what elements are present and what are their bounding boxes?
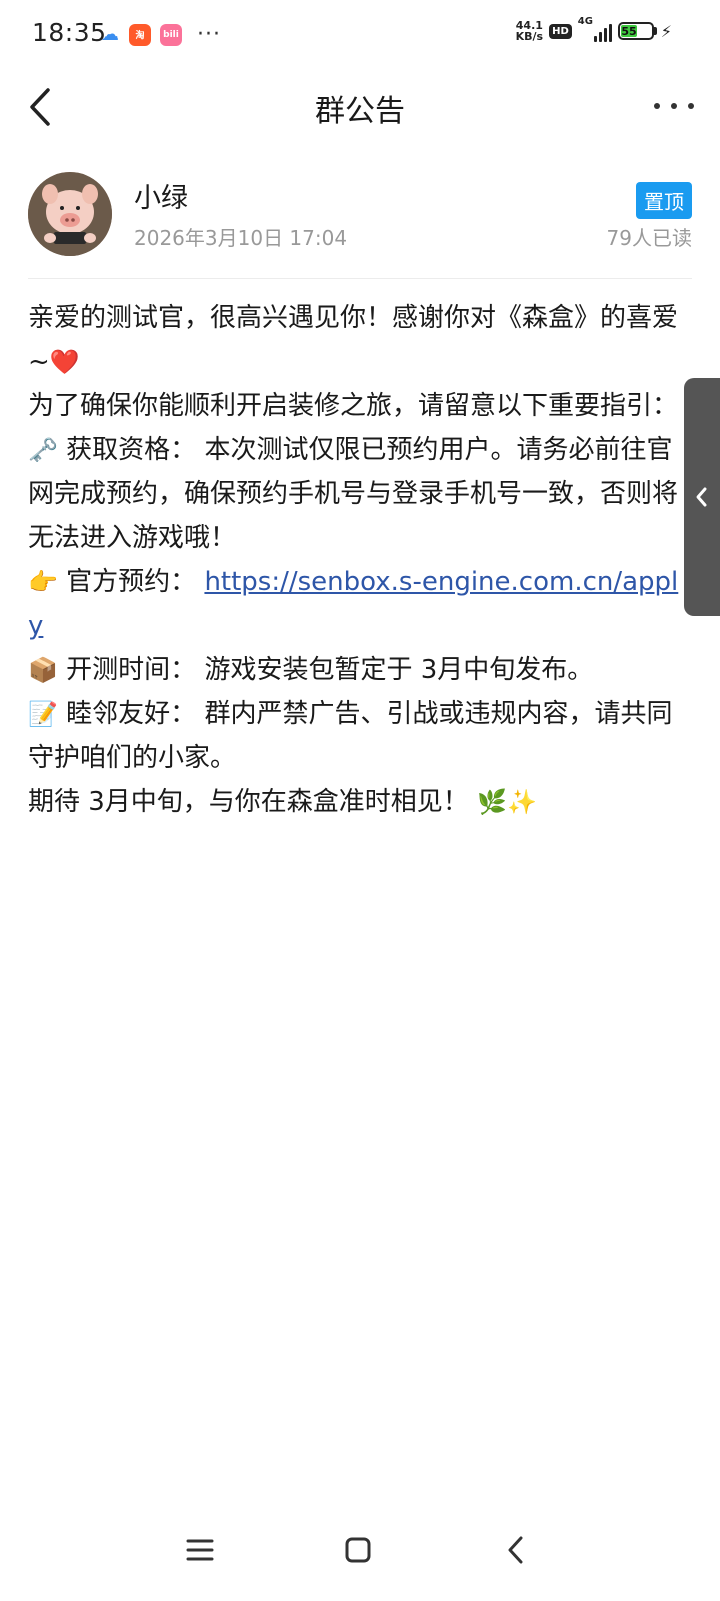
- list-item: 🗝️ 获取资格： 本次测试仅限已预约用户。请务必前往官网完成预约，确保预约手机号…: [28, 428, 692, 560]
- signal-icon: 4G: [578, 16, 612, 42]
- more-options-button[interactable]: [654, 90, 694, 122]
- list-item: 👉 官方预约： https://senbox.s-engine.com.cn/a…: [28, 560, 692, 648]
- status-indicators: 44.1 KB/s HD 4G 55 ⚡: [516, 16, 672, 42]
- status-app-icons: ☁ 淘 bili ···: [100, 22, 221, 47]
- intro-line: 为了确保你能顺利开启装修之旅，请留意以下重要指引：: [28, 391, 679, 421]
- hd-icon: HD: [549, 23, 572, 39]
- item-text: 游戏安装包暂定于 3月中旬发布。: [204, 655, 594, 685]
- side-drawer-handle[interactable]: [684, 378, 720, 616]
- app-header: 群公告: [0, 70, 720, 146]
- battery-level: 55: [620, 24, 638, 38]
- package-icon: 📦: [28, 656, 58, 684]
- author-info: 小绿 2026年3月10日 17:04 置顶 79人已读: [28, 172, 692, 272]
- divider: [28, 278, 692, 279]
- network-type: 4G: [577, 16, 593, 27]
- back-arrow-icon: [508, 1536, 523, 1564]
- menu-icon: [186, 1539, 214, 1561]
- closing-line: 期待 3月中旬，与你在森盒准时相见！ 🌿✨: [28, 780, 692, 824]
- system-nav-bar: [0, 1530, 720, 1590]
- read-count[interactable]: 79人已读: [607, 222, 692, 251]
- bilibili-icon: bili: [160, 23, 182, 46]
- pinned-badge: 置顶: [636, 182, 692, 219]
- avatar[interactable]: [28, 172, 112, 256]
- charging-icon: ⚡: [660, 21, 672, 41]
- list-item: 📦 开测时间： 游戏安装包暂定于 3月中旬发布。: [28, 648, 692, 692]
- status-more-icon: ···: [197, 22, 221, 47]
- greeting-text: 亲爱的测试官，很高兴遇见你！感谢你对《森盒》的喜爱~: [28, 303, 679, 377]
- item-label: 睦邻友好：: [66, 699, 197, 729]
- herb-sparkles-icon: 🌿✨: [477, 788, 537, 816]
- home-square-icon: [345, 1537, 371, 1563]
- item-label: 获取资格：: [66, 435, 197, 465]
- post-time: 2026年3月10日 17:04: [134, 226, 348, 250]
- pointing-hand-icon: 👉: [28, 568, 58, 596]
- baidu-cloud-icon: ☁: [101, 24, 119, 45]
- status-bar: 18:35 ☁ 淘 bili ··· 44.1 KB/s HD 4G 55 ⚡: [0, 0, 720, 70]
- closing-text: 期待 3月中旬，与你在森盒准时相见！: [28, 787, 469, 817]
- pig-avatar-icon: [28, 172, 112, 256]
- page-title: 群公告: [315, 94, 405, 129]
- network-speed-unit: KB/s: [515, 30, 544, 43]
- greeting-line: 亲爱的测试官，很高兴遇见你！感谢你对《森盒》的喜爱~❤️: [28, 296, 692, 384]
- heart-icon: ❤️: [49, 348, 80, 376]
- status-time: 18:35: [32, 18, 107, 47]
- home-button[interactable]: [338, 1530, 378, 1570]
- menu-button[interactable]: [180, 1530, 220, 1570]
- nav-back-button[interactable]: [496, 1530, 536, 1570]
- taobao-icon: 淘: [129, 23, 151, 46]
- key-icon: 🗝️: [28, 436, 58, 464]
- announcement-body: 亲爱的测试官，很高兴遇见你！感谢你对《森盒》的喜爱~❤️ 为了确保你能顺利开启装…: [28, 296, 692, 824]
- battery-icon: 55 ⚡: [617, 21, 672, 41]
- item-label: 开测时间：: [66, 655, 197, 685]
- network-speed: 44.1 KB/s: [516, 20, 543, 42]
- chevron-left-icon: [696, 487, 707, 507]
- author-name[interactable]: 小绿: [134, 176, 188, 215]
- item-label: 官方预约：: [66, 567, 197, 597]
- memo-icon: 📝: [28, 700, 58, 728]
- list-item: 📝 睦邻友好： 群内严禁广告、引战或违规内容，请共同守护咱们的小家。: [28, 692, 692, 780]
